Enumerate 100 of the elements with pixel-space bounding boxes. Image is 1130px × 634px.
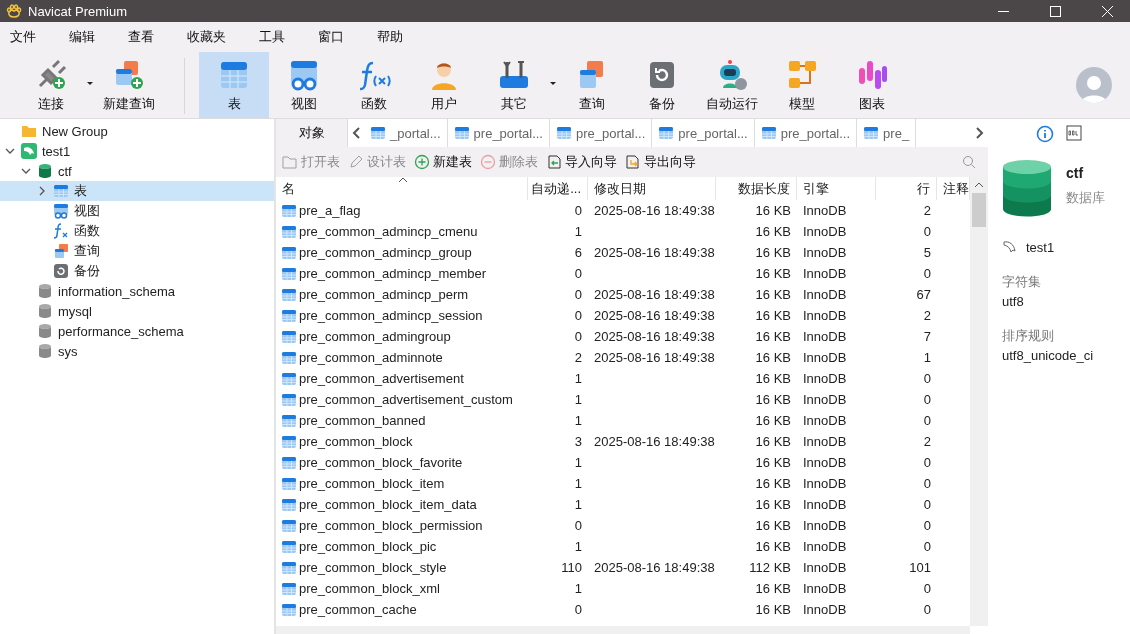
table-cell-text: 2025-08-16 18:49:38: [593, 559, 716, 577]
tree-item[interactable]: sys: [0, 341, 274, 361]
menu-item[interactable]: 帮助: [369, 28, 411, 46]
tree-item[interactable]: New Group: [0, 121, 274, 141]
chevron-right-icon[interactable]: [976, 127, 984, 139]
toolbar-button[interactable]: 查询: [557, 52, 627, 118]
toolbar-button[interactable]: 新建查询: [94, 52, 164, 118]
table-cell: pre_common_block_style: [276, 557, 528, 578]
query-icon: [53, 243, 69, 259]
tree-item[interactable]: test1: [0, 141, 274, 161]
table-icon: [453, 125, 470, 141]
menu-item[interactable]: 工具: [251, 28, 293, 46]
toolbar-button[interactable]: 函数: [339, 52, 409, 118]
table-cell-text: 0: [922, 538, 932, 556]
toolbar-button[interactable]: 用户: [409, 52, 479, 118]
toolbar-button[interactable]: 表: [199, 52, 269, 118]
column-header[interactable]: 修改日期: [588, 177, 716, 200]
toolbar-button[interactable]: 模型: [767, 52, 837, 118]
toolbar-button[interactable]: 备份: [627, 52, 697, 118]
table-cell-text: 112 KB: [748, 559, 792, 577]
column-header[interactable]: 名: [276, 177, 528, 200]
table-cell-text: 0: [922, 412, 932, 430]
table-cell-text: 16 KB: [754, 601, 792, 619]
toolbar-action[interactable]: 导入向导: [546, 153, 617, 171]
menu-item[interactable]: 收藏夹: [179, 28, 234, 46]
tree-item[interactable]: information_schema: [0, 281, 274, 301]
table-icon: [281, 601, 297, 618]
table-cell-text: 1: [922, 349, 932, 367]
dolphin-connection-icon: [21, 143, 37, 159]
tree-item[interactable]: ctf: [0, 161, 274, 181]
menu-item[interactable]: 编辑: [61, 28, 103, 46]
table-icon: [281, 202, 297, 219]
table-cell-text: 1: [573, 580, 583, 598]
table-cell-text: 101: [908, 559, 932, 577]
toolbar-action[interactable]: 导出向导: [625, 153, 696, 171]
table-cell-text: 7: [922, 328, 932, 346]
table-icon: [281, 391, 297, 408]
tab[interactable]: 对象: [276, 119, 348, 147]
column-header[interactable]: 数据长度: [716, 177, 797, 200]
table-cell: pre_common_banned: [276, 410, 528, 431]
table-cell-text: 1: [573, 412, 583, 430]
view-glasses-icon: [53, 203, 69, 219]
folder-icon: [21, 123, 37, 139]
column-header[interactable]: 引擎: [797, 177, 876, 200]
chevron-right-icon[interactable]: [37, 186, 47, 196]
menu-item[interactable]: 文件: [2, 28, 44, 46]
backup-icon: [53, 263, 69, 279]
tree-item[interactable]: 函数: [0, 221, 274, 241]
table-cell-text: InnoDB: [802, 286, 848, 304]
plus-circle-icon: [414, 154, 430, 170]
close-icon[interactable]: [1101, 5, 1113, 17]
table-icon: [760, 125, 777, 141]
table-cell-text: 0: [573, 517, 583, 535]
table-cell-text: 2025-08-16 18:49:38: [593, 433, 716, 451]
table-cell-text: InnoDB: [802, 517, 848, 535]
ddl-icon[interactable]: [1066, 125, 1082, 141]
table-cell-text: 2025-08-16 18:49:38: [593, 202, 716, 220]
maximize-icon[interactable]: [1049, 5, 1061, 17]
toolbar-action[interactable]: 新建表: [414, 153, 472, 171]
database-icon: [37, 323, 53, 339]
table-cell-text: 0: [922, 223, 932, 241]
database-icon: [37, 303, 53, 319]
table-cell: pre_common_admincp_cmenu: [276, 221, 528, 242]
info-icon[interactable]: [1036, 125, 1054, 143]
tree-item[interactable]: 备份: [0, 261, 274, 281]
table-cell-text: 16 KB: [754, 538, 792, 556]
table-cell: pre_common_advertisement: [276, 368, 528, 389]
table-cell-text: 16 KB: [754, 349, 792, 367]
table-icon: [370, 125, 386, 141]
toolbar-button[interactable]: 视图: [269, 52, 339, 118]
tree-item[interactable]: mysql: [0, 301, 274, 321]
table-cell-text: InnoDB: [802, 454, 848, 472]
toolbar-button[interactable]: 连接: [16, 52, 86, 118]
database-icon: [37, 283, 53, 299]
tree-item[interactable]: 查询: [0, 241, 274, 261]
scrollbar-thumb[interactable]: [972, 193, 986, 227]
scroll-up-icon[interactable]: [974, 181, 984, 189]
tree-item[interactable]: 表: [0, 181, 274, 201]
toolbar-button[interactable]: 其它: [479, 52, 549, 118]
toolbar-button[interactable]: 自动运行: [697, 52, 767, 118]
table-cell-text: 0: [922, 265, 932, 283]
column-header[interactable]: 自动递...: [528, 177, 588, 200]
menu-item[interactable]: 查看: [120, 28, 162, 46]
table-cell-text: InnoDB: [802, 412, 848, 430]
column-header[interactable]: 行: [876, 177, 937, 200]
table-cell-text: 0: [922, 496, 932, 514]
toolbar-button[interactable]: 图表: [837, 52, 907, 118]
table-icon: [281, 307, 297, 324]
table-icon: [658, 125, 675, 141]
horizontal-scrollbar[interactable]: [276, 626, 970, 634]
table-cell-text: 0: [573, 286, 583, 304]
menu-item[interactable]: 窗口: [310, 28, 352, 46]
table-cell: pre_common_admincp_session: [276, 305, 528, 326]
table-cell-text: 1: [573, 496, 583, 514]
table-cell-text: InnoDB: [802, 433, 848, 451]
tree-item[interactable]: 视图: [0, 201, 274, 221]
chevron-left-icon[interactable]: [352, 127, 360, 139]
table-icon: [281, 412, 297, 429]
tree-item[interactable]: performance_schema: [0, 321, 274, 341]
table-icon: [53, 183, 69, 199]
